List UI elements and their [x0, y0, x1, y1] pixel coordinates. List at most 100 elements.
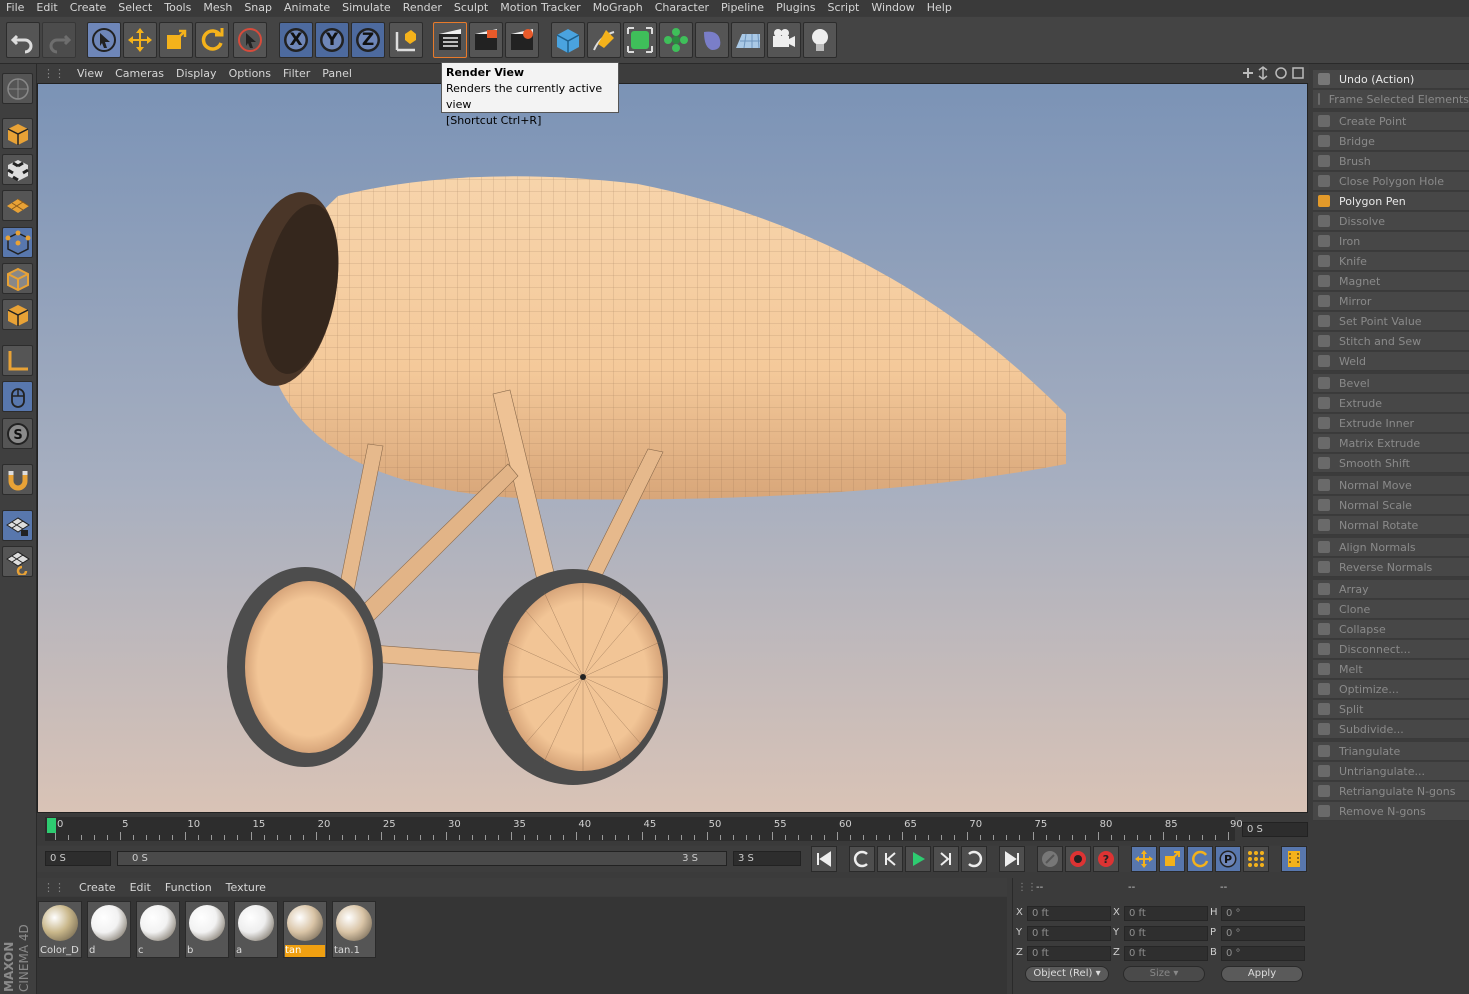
make-editable-button[interactable]	[2, 73, 33, 104]
coordinate-value-field[interactable]: 0 ft	[1027, 906, 1111, 921]
material-menu-texture[interactable]: Texture	[226, 881, 266, 894]
render-view-button[interactable]	[433, 22, 467, 58]
left-wheel[interactable]	[227, 567, 383, 767]
render-settings-button[interactable]	[505, 22, 539, 58]
coordinate-value-field[interactable]: 0 ft	[1027, 926, 1111, 941]
cmd-reverse-normals[interactable]: Reverse Normals	[1313, 558, 1469, 577]
cmd-bridge[interactable]: Bridge	[1313, 132, 1469, 151]
menu-character[interactable]: Character	[649, 0, 715, 16]
goto-previous-key-button[interactable]	[849, 846, 875, 872]
viewport-nav-icons[interactable]	[1241, 65, 1307, 81]
viewport-menu-panel[interactable]: Panel	[322, 67, 352, 80]
menu-mesh[interactable]: Mesh	[197, 0, 238, 16]
cmd-triangulate[interactable]: Triangulate	[1313, 742, 1469, 761]
key-point-level-button[interactable]	[1243, 846, 1269, 872]
cmd-set-point-value[interactable]: Set Point Value	[1313, 312, 1469, 331]
menu-mograph[interactable]: MoGraph	[587, 0, 649, 16]
model-mode-button[interactable]	[2, 118, 33, 149]
scheme-settings-button[interactable]	[1281, 846, 1307, 872]
timeline-playhead[interactable]	[47, 818, 56, 833]
deformer-button[interactable]	[695, 22, 729, 58]
cmd-disconnect[interactable]: Disconnect...	[1313, 640, 1469, 659]
cmd-mirror[interactable]: Mirror	[1313, 292, 1469, 311]
planar-workplane-button[interactable]	[2, 546, 33, 577]
cube-button[interactable]	[551, 22, 585, 58]
end-time-field[interactable]: 3 S	[733, 851, 801, 866]
menu-snap[interactable]: Snap	[238, 0, 278, 16]
size-mode-dropdown[interactable]: Size ▾	[1123, 966, 1205, 982]
goto-end-button[interactable]	[999, 846, 1025, 872]
recent-tool-button[interactable]	[233, 22, 267, 58]
cmd-frame-selected[interactable]: Frame Selected Elements	[1313, 90, 1469, 109]
orbit-view-icon[interactable]	[1275, 67, 1287, 79]
cmd-untriangulate[interactable]: Untriangulate...	[1313, 762, 1469, 781]
menu-render[interactable]: Render	[397, 0, 448, 16]
cmd-close-polygon-hole[interactable]: Close Polygon Hole	[1313, 172, 1469, 191]
material-swatch[interactable]: d	[87, 901, 131, 958]
apply-button[interactable]: Apply	[1221, 966, 1303, 982]
menu-file[interactable]: File	[0, 0, 30, 16]
menu-animate[interactable]: Animate	[278, 0, 336, 16]
z-axis-lock-button[interactable]: Z	[351, 22, 385, 58]
material-menu-create[interactable]: Create	[79, 881, 116, 894]
goto-next-key-button[interactable]	[961, 846, 987, 872]
play-button[interactable]	[905, 846, 931, 872]
menu-simulate[interactable]: Simulate	[336, 0, 397, 16]
cmd-subdivide[interactable]: Subdivide...	[1313, 720, 1469, 739]
cmd-undo-action[interactable]: Undo (Action)	[1313, 70, 1469, 89]
viewport-menu-cameras[interactable]: Cameras	[115, 67, 164, 80]
workplane-mode-button[interactable]	[2, 190, 33, 221]
menu-select[interactable]: Select	[112, 0, 158, 16]
subdivision-surface-button[interactable]	[623, 22, 657, 58]
goto-next-frame-button[interactable]	[933, 846, 959, 872]
viewport-menu-filter[interactable]: Filter	[283, 67, 310, 80]
undo-button[interactable]	[6, 22, 40, 58]
render-picture-viewer-button[interactable]	[469, 22, 503, 58]
coordinate-value-field[interactable]: 0 ft	[1124, 906, 1208, 921]
cmd-stitch-and-sew[interactable]: Stitch and Sew	[1313, 332, 1469, 351]
key-scale-button[interactable]	[1159, 846, 1185, 872]
redo-button[interactable]	[42, 22, 76, 58]
menu-script[interactable]: Script	[821, 0, 865, 16]
lock-workplane-button[interactable]	[2, 510, 33, 541]
material-menu-edit[interactable]: Edit	[130, 881, 151, 894]
cmd-smooth-shift[interactable]: Smooth Shift	[1313, 454, 1469, 473]
coordinate-value-field[interactable]: 0 ft	[1124, 946, 1208, 961]
cmd-weld[interactable]: Weld	[1313, 352, 1469, 371]
maximize-view-icon[interactable]	[1292, 67, 1304, 79]
menu-motion-tracker[interactable]: Motion Tracker	[494, 0, 586, 16]
snap-button[interactable]	[2, 464, 33, 495]
coordinate-value-field[interactable]: 0 ft	[1124, 926, 1208, 941]
cmd-bevel[interactable]: Bevel	[1313, 374, 1469, 393]
keyframe-selection-button[interactable]: ?	[1093, 846, 1119, 872]
y-axis-lock-button[interactable]: Y	[315, 22, 349, 58]
cmd-knife[interactable]: Knife	[1313, 252, 1469, 271]
range-slider[interactable]: 0 S 3 S	[117, 851, 727, 866]
camera-button[interactable]	[767, 22, 801, 58]
3d-viewport[interactable]	[37, 83, 1308, 813]
solo-button[interactable]: S	[2, 418, 33, 449]
cmd-extrude[interactable]: Extrude	[1313, 394, 1469, 413]
coordinate-mode-dropdown[interactable]: Object (Rel) ▾	[1025, 966, 1109, 982]
cmd-iron[interactable]: Iron	[1313, 232, 1469, 251]
menu-pipeline[interactable]: Pipeline	[715, 0, 770, 16]
x-axis-lock-button[interactable]: X	[279, 22, 313, 58]
material-swatch[interactable]: tan.1	[332, 901, 376, 958]
cmd-magnet[interactable]: Magnet	[1313, 272, 1469, 291]
light-button[interactable]	[803, 22, 837, 58]
live-selection-button[interactable]	[87, 22, 121, 58]
edges-mode-button[interactable]	[2, 263, 33, 294]
material-swatch[interactable]: a	[234, 901, 278, 958]
cmd-optimize[interactable]: Optimize...	[1313, 680, 1469, 699]
cmd-brush[interactable]: Brush	[1313, 152, 1469, 171]
pan-view-icon[interactable]	[1243, 68, 1253, 78]
menu-window[interactable]: Window	[865, 0, 920, 16]
material-swatch[interactable]: Color_D	[38, 901, 82, 958]
texture-mode-button[interactable]	[2, 154, 33, 185]
cmd-normal-move[interactable]: Normal Move	[1313, 476, 1469, 495]
floor-button[interactable]	[731, 22, 765, 58]
key-position-button[interactable]	[1131, 846, 1157, 872]
cmd-array[interactable]: Array	[1313, 580, 1469, 599]
start-time-field[interactable]: 0 S	[45, 851, 111, 866]
autokeying-button[interactable]	[1065, 846, 1091, 872]
